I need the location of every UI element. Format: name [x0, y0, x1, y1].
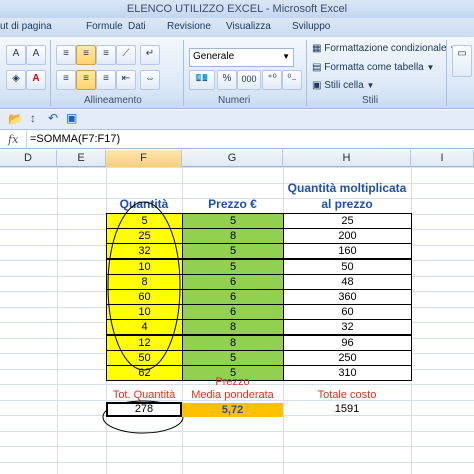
quantity-ellipse [107, 201, 181, 371]
weighted-price-cell[interactable]: 5,72 [182, 403, 283, 417]
weighted-label-2: Media ponderata [191, 389, 274, 401]
weighted-label-1: Prezzo [215, 376, 250, 388]
tot-qty-cell[interactable]: 278 [106, 402, 182, 417]
tot-qty-label: Tot. Quantità [112, 389, 176, 401]
total-cost-label: Totale costo [317, 389, 377, 401]
total-cost-cell[interactable]: 1591 [283, 403, 411, 415]
